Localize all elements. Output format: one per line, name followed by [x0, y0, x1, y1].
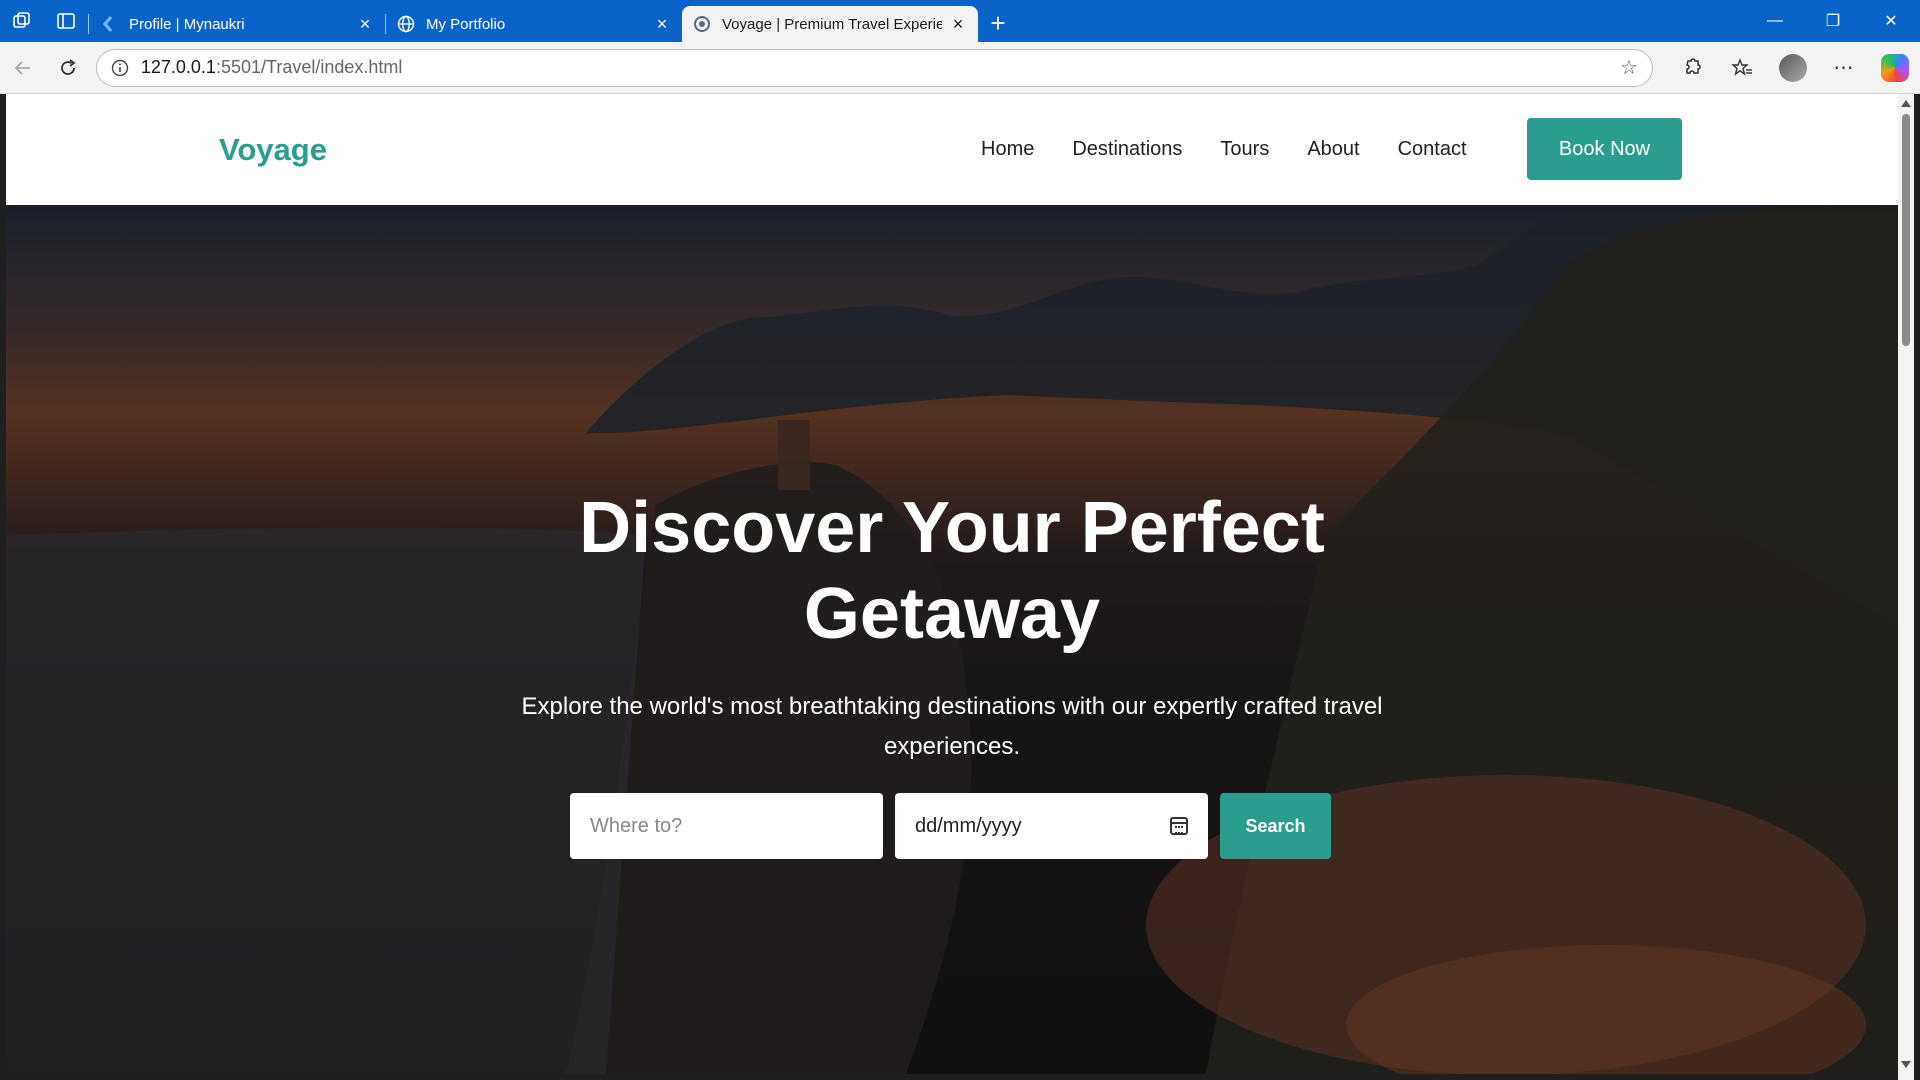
close-tab-icon[interactable]: ×	[652, 14, 672, 34]
nav-destinations[interactable]: Destinations	[1072, 138, 1182, 161]
scroll-thumb[interactable]	[1902, 114, 1910, 346]
loading-favicon-icon	[692, 14, 712, 34]
favorite-star-icon[interactable]: ☆	[1616, 55, 1642, 80]
new-tab-icon[interactable]: +	[978, 5, 1018, 41]
tab-title: My Portfolio	[426, 15, 506, 33]
tab-voyage[interactable]: Voyage | Premium Travel Experien ×	[682, 6, 978, 42]
nav-about[interactable]: About	[1307, 138, 1359, 161]
hero-subtitle: Explore the world's most breathtaking de…	[521, 693, 1383, 760]
close-tab-icon[interactable]: ×	[948, 14, 968, 34]
extensions-icon[interactable]	[1665, 46, 1716, 90]
nav-tours[interactable]: Tours	[1220, 138, 1269, 161]
vertical-scrollbar[interactable]	[1898, 94, 1914, 1080]
browser-toolbar: ⋯	[1665, 46, 1920, 90]
destination-input[interactable]: Where to?	[570, 793, 883, 859]
url-host: 127.0.0.1	[140, 57, 216, 77]
date-input[interactable]: dd/mm/yyyy	[895, 793, 1208, 859]
workspaces-icon[interactable]	[0, 0, 44, 42]
hero-title: Discover Your Perfect Getaway	[579, 488, 1325, 654]
search-form: Where to? dd/mm/yyyy Search	[570, 793, 1331, 859]
copilot-icon[interactable]	[1869, 46, 1920, 90]
hero-content: Discover Your Perfect Getaway Explore th…	[6, 485, 1898, 767]
copilot-logo	[1880, 53, 1909, 82]
tab-title: Voyage | Premium Travel Experien	[722, 15, 942, 33]
url-path: :5501/Travel/index.html	[215, 57, 403, 77]
refresh-icon[interactable]	[47, 46, 90, 90]
nav-home[interactable]: Home	[981, 138, 1034, 161]
tab-portfolio[interactable]: My Portfolio ×	[386, 7, 682, 41]
scroll-up-icon[interactable]	[1901, 100, 1911, 107]
browser-titlebar: Profile | Mynaukri × My Portfolio × Voya…	[0, 0, 1920, 42]
url-field[interactable]: 127.0.0.1:5501/Travel/index.html ☆	[95, 48, 1653, 87]
globe-icon	[396, 14, 416, 34]
profile-avatar[interactable]	[1767, 46, 1818, 90]
tab-mynaukri[interactable]: Profile | Mynaukri ×	[89, 7, 385, 41]
close-window-icon[interactable]: ✕	[1862, 0, 1920, 42]
page-viewport: Voyage Home Destinations Tours About Con…	[6, 94, 1898, 1074]
favorites-icon[interactable]	[1716, 46, 1767, 90]
site-navbar: Voyage Home Destinations Tours About Con…	[6, 94, 1898, 205]
address-bar-row: 127.0.0.1:5501/Travel/index.html ☆ ⋯	[0, 42, 1920, 94]
tab-title: Profile | Mynaukri	[129, 15, 245, 33]
avatar-image	[1778, 53, 1807, 82]
window-controls: — ❐ ✕	[1746, 0, 1920, 42]
tab-actions-icon[interactable]	[44, 0, 88, 42]
hero-section: Discover Your Perfect Getaway Explore th…	[6, 205, 1898, 1074]
nav-contact[interactable]: Contact	[1398, 138, 1467, 161]
search-button[interactable]: Search	[1220, 793, 1331, 859]
more-options-icon[interactable]: ⋯	[1818, 46, 1869, 90]
scroll-down-icon[interactable]	[1901, 1061, 1911, 1068]
restore-icon[interactable]: ❐	[1804, 0, 1862, 42]
book-now-button[interactable]: Book Now	[1527, 118, 1682, 180]
site-info-icon[interactable]	[109, 57, 131, 79]
url-text: 127.0.0.1:5501/Travel/index.html	[141, 57, 1616, 78]
main-menu: Home Destinations Tours About Contact	[981, 138, 1505, 161]
site-logo[interactable]: Voyage	[219, 132, 327, 168]
back-icon[interactable]	[2, 46, 45, 90]
minimize-icon[interactable]: —	[1746, 0, 1804, 42]
close-tab-icon[interactable]: ×	[355, 14, 375, 34]
mynaukri-favicon-icon	[99, 14, 119, 34]
calendar-icon[interactable]	[1170, 817, 1188, 835]
date-value: dd/mm/yyyy	[915, 814, 1022, 837]
